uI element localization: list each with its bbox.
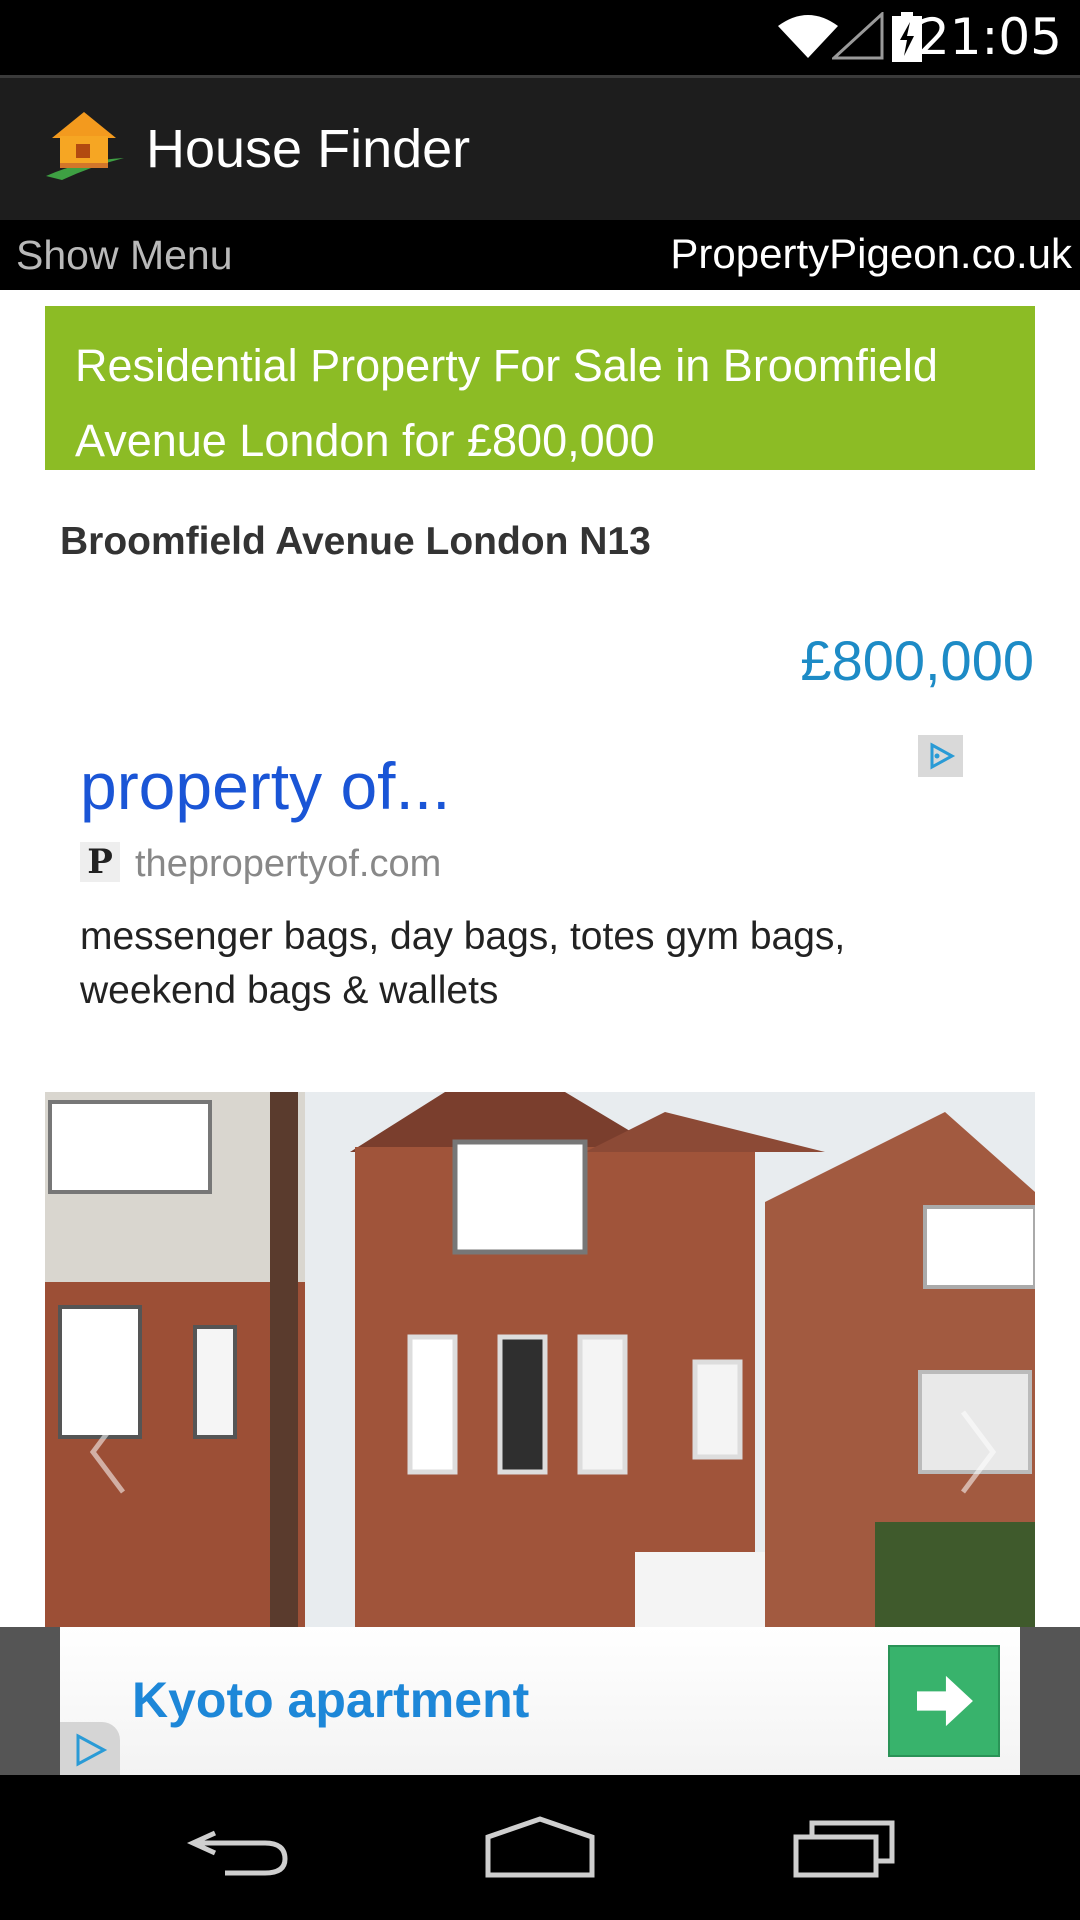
- banner-ad[interactable]: Kyoto apartment: [60, 1627, 1020, 1775]
- house-logo-icon: [46, 112, 124, 180]
- arrow-right-icon: [917, 1675, 973, 1727]
- status-bar: 21:05: [0, 0, 1080, 75]
- banner-ad-button[interactable]: [888, 1645, 1000, 1757]
- signal-icon: [832, 12, 884, 60]
- site-link[interactable]: PropertyPigeon.co.uk: [670, 230, 1072, 278]
- app-title: House Finder: [146, 119, 471, 179]
- banner-ad-text[interactable]: Kyoto apartment: [132, 1671, 529, 1729]
- chevron-right-icon[interactable]: [953, 1402, 1003, 1502]
- wifi-icon: [778, 15, 838, 58]
- system-nav-bar: [0, 1775, 1080, 1920]
- ad-description: messenger bags, day bags, totes gym bags…: [80, 915, 846, 1012]
- home-icon[interactable]: [480, 1813, 600, 1883]
- listing-price: £800,000: [800, 629, 1034, 692]
- ad-domain[interactable]: thepropertyof.com: [135, 843, 441, 886]
- adchoices-icon[interactable]: [60, 1722, 120, 1775]
- ad-title-link[interactable]: property of...: [80, 748, 451, 824]
- recents-icon[interactable]: [790, 1813, 900, 1883]
- property-photo-illustration: [45, 1092, 1035, 1627]
- ad-favicon: P: [80, 842, 120, 882]
- show-menu-button[interactable]: Show Menu: [16, 232, 233, 279]
- action-bar: House Finder: [0, 75, 1080, 220]
- property-photo[interactable]: [45, 1092, 1035, 1627]
- listing-address: Broomfield Avenue London N13: [60, 520, 651, 563]
- menu-bar: Show Menu PropertyPigeon.co.uk: [0, 220, 1080, 290]
- listing-headline: Residential Property For Sale in Broomfi…: [45, 306, 1035, 470]
- clock: 21:05: [917, 8, 1062, 66]
- adchoices-icon[interactable]: [918, 735, 963, 777]
- back-icon[interactable]: [185, 1815, 295, 1885]
- chevron-left-icon[interactable]: [83, 1402, 133, 1502]
